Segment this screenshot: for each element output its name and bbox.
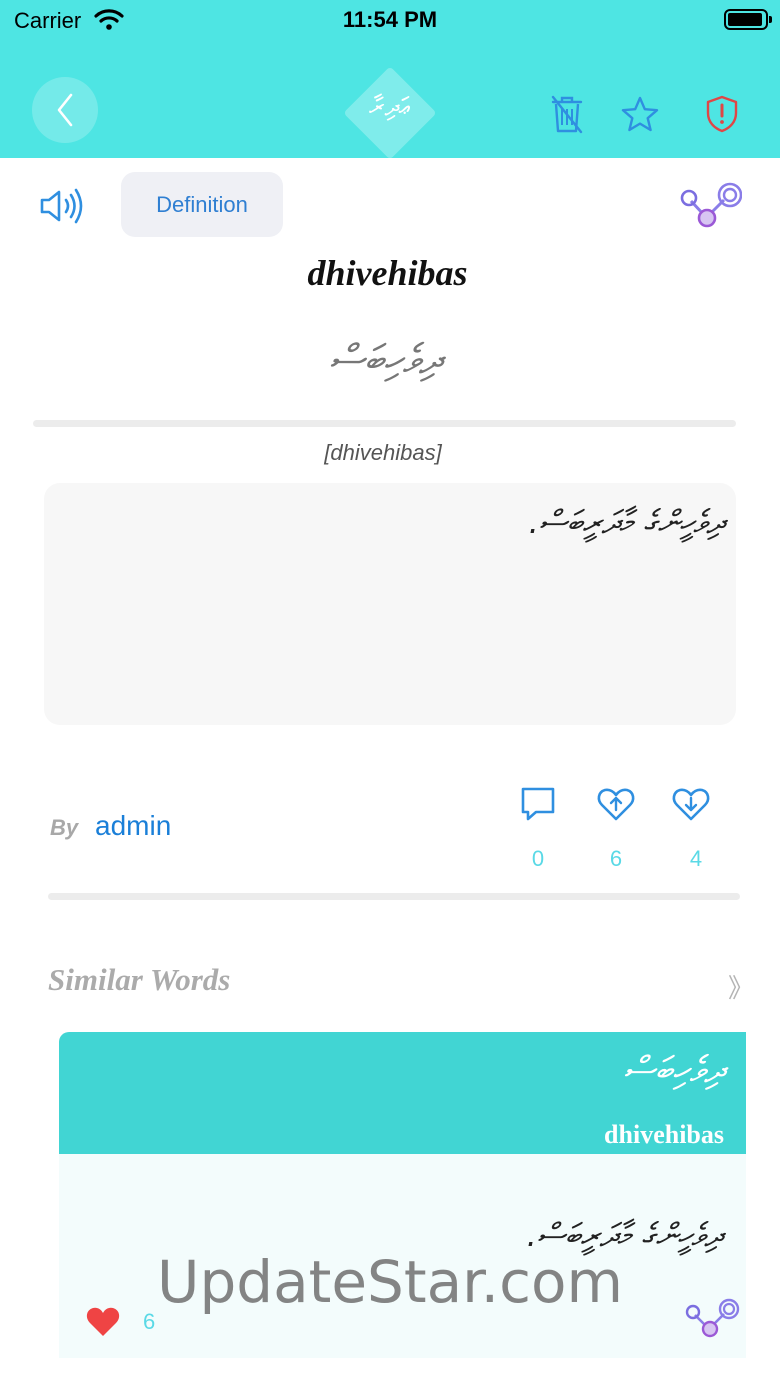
battery-icon (724, 9, 772, 30)
pronunciation: [dhivehibas] (324, 440, 442, 465)
downvote-count: 4 (689, 846, 703, 871)
divider (33, 420, 736, 427)
upvote-button[interactable] (596, 784, 636, 824)
author-by-label: By (50, 815, 79, 840)
word-thaana: ދިވެހިބަސް (329, 337, 441, 383)
star-icon (621, 96, 659, 132)
watermark: UpdateStar.com (157, 1248, 623, 1316)
back-icon (57, 93, 73, 127)
heart-down-icon (672, 788, 710, 821)
delete-button[interactable] (547, 94, 587, 134)
definition-box: ދިވެހީންގެ މާދަރީބަސް. (44, 483, 736, 725)
divider (48, 893, 740, 900)
report-button[interactable] (702, 94, 742, 134)
heart-up-icon (597, 788, 635, 821)
definition-text: ދިވެހީންގެ މާދަރީބަސް. (528, 503, 724, 541)
share-icon (680, 182, 743, 228)
speaker-icon (40, 188, 83, 224)
comment-count: 0 (531, 846, 545, 871)
back-button[interactable] (32, 77, 98, 143)
favorite-button[interactable] (620, 94, 660, 134)
card-word-thaana: ދިވެހިބަސް (623, 1050, 724, 1091)
speaker-button[interactable] (38, 186, 88, 226)
card-word-latin: dhivehibas (604, 1120, 724, 1149)
comment-icon (521, 787, 555, 821)
chevron-right-icon[interactable]: 》 (728, 968, 754, 1005)
word-title: dhivehibas (307, 253, 468, 293)
status-bar: Carrier 11:54 PM (0, 0, 780, 44)
card-header: ދިވެހިބަސް dhivehibas (59, 1032, 746, 1154)
share-button[interactable] (678, 180, 743, 230)
status-time: 11:54 PM (342, 7, 438, 32)
app-logo-text: ޢަދިރާ (369, 92, 411, 122)
definition-tab[interactable]: Definition (121, 172, 283, 237)
author-link[interactable]: admin (95, 810, 171, 842)
upvote-count: 6 (609, 846, 623, 871)
delete-icon (551, 95, 583, 134)
report-icon (706, 95, 738, 133)
downvote-button[interactable] (671, 784, 711, 824)
similar-words-title: Similar Words (48, 962, 231, 997)
comments-button[interactable] (518, 784, 558, 824)
top-header: Carrier 11:54 PM ޢަދިރާ (0, 0, 780, 160)
